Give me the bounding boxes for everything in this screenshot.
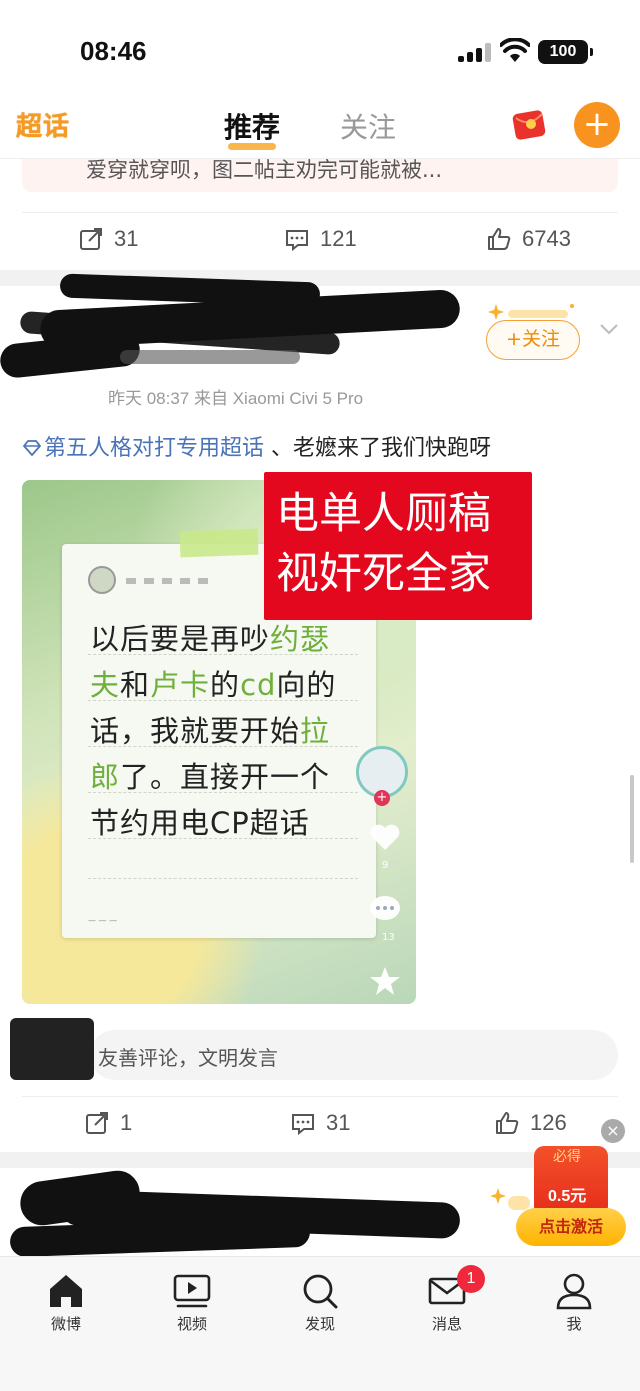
- comment-count: 121: [320, 226, 357, 251]
- repost-button[interactable]: 1: [84, 1110, 132, 1136]
- comment-icon: [292, 1114, 314, 1136]
- note-text: cd: [240, 668, 277, 702]
- post-meta: 昨天 08:37 来自 Xiaomi Civi 5 Pro: [108, 389, 364, 408]
- follow-button[interactable]: +关注: [486, 320, 580, 360]
- note-text: 约瑟: [270, 622, 331, 656]
- tape-decoration: [179, 528, 259, 558]
- like-button[interactable]: 126: [494, 1110, 567, 1136]
- tab-label: 我: [566, 1315, 582, 1333]
- tab-label: 消息: [431, 1315, 462, 1333]
- repost-button[interactable]: 31: [78, 226, 138, 252]
- nav-divider: [0, 158, 640, 159]
- diamond-icon: [22, 440, 42, 456]
- scrollbar[interactable]: [630, 775, 634, 863]
- comment-bubble-icon: [370, 896, 400, 920]
- note-text: 和: [120, 668, 151, 702]
- tab-profile[interactable]: 我: [534, 1271, 614, 1334]
- promo-label: 必得: [553, 1149, 581, 1165]
- note-avatar: [88, 566, 116, 594]
- thumbs-up-icon: [488, 228, 511, 250]
- promo-close-button[interactable]: ×: [601, 1119, 625, 1143]
- side-like-count: 9: [382, 860, 389, 871]
- heart-icon: [370, 824, 400, 850]
- create-button[interactable]: +: [574, 102, 620, 148]
- side-follow-plus-icon: +: [374, 790, 390, 806]
- post-text: 第五人格对打专用超话 、老嬷来了我们快跑呀: [22, 430, 491, 462]
- note-text: 话，我就要开始: [90, 714, 301, 748]
- bottom-tab-bar: 微博 视频 发现 消息 1 我: [0, 1256, 640, 1391]
- like-count: 6743: [522, 226, 571, 251]
- comment-placeholder: 友善评论，文明发言: [98, 1046, 278, 1070]
- status-bar: 08:46 100: [0, 0, 640, 96]
- note-text: 拉: [300, 714, 331, 748]
- previous-post-actions: 31 121 6743: [0, 212, 640, 268]
- post-actions: 1 31 126: [0, 1096, 640, 1152]
- tab-video[interactable]: 视频: [152, 1271, 232, 1334]
- promo-amount: 0.5元: [548, 1188, 587, 1205]
- home-icon: [50, 1275, 82, 1307]
- tab-label: 微博: [50, 1315, 81, 1333]
- video-icon: [173, 1274, 211, 1308]
- tab-label: 视频: [176, 1315, 207, 1333]
- comment-icon: [286, 230, 308, 252]
- chevron-down-icon[interactable]: [598, 318, 620, 340]
- tab-following[interactable]: 关注: [340, 106, 396, 146]
- note-text: 以后要是再吵: [90, 622, 271, 656]
- repost-icon: [86, 1112, 108, 1134]
- wifi-icon: [500, 38, 530, 62]
- note-text: 郎: [90, 760, 121, 794]
- note-line: 话，我就要开始拉: [90, 708, 330, 750]
- tab-recommend[interactable]: 推荐: [224, 106, 280, 150]
- red-overlay-caption: 电单人厕稿 视奸死全家: [264, 472, 532, 620]
- overlay-line-2: 视奸死全家: [276, 549, 491, 599]
- note-line: 以后要是再吵约瑟: [90, 616, 330, 658]
- note-text: 向的: [276, 668, 337, 702]
- repost-count: 1: [120, 1110, 133, 1135]
- note-line: 节约用电CP超话: [90, 800, 310, 842]
- battery-indicator: 100: [538, 40, 593, 64]
- note-username-redacted: [126, 578, 216, 584]
- tab-discover[interactable]: 发现: [280, 1271, 360, 1334]
- top-nav: 超话 推荐 关注: [0, 96, 640, 158]
- signal-icon: [458, 42, 492, 62]
- notification-badge: 1: [457, 1265, 485, 1293]
- topic-link[interactable]: 第五人格对打专用超话: [22, 436, 264, 461]
- like-count: 126: [530, 1110, 567, 1135]
- profile-icon: [556, 1273, 592, 1310]
- note-text: 夫: [90, 668, 121, 702]
- note-text: 节约用电CP超话: [90, 806, 310, 840]
- red-packet-icon[interactable]: [510, 106, 550, 142]
- star-icon: [370, 967, 400, 995]
- note-line: 郎了。直接开一个: [90, 754, 330, 796]
- topic-name: 第五人格对打专用超话: [44, 436, 265, 461]
- comment-button[interactable]: 31: [290, 1110, 350, 1136]
- note-line: 夫和卢卡的cd向的: [90, 662, 336, 704]
- note-footer: — — —: [88, 916, 118, 925]
- sparkle-decoration: [488, 304, 574, 320]
- post-body: 、老嬷来了我们快跑呀: [271, 436, 492, 461]
- note-text: 卢卡: [150, 668, 211, 702]
- repost-count: 31: [114, 226, 139, 251]
- side-comment-count: 13: [382, 932, 395, 943]
- search-icon: [303, 1274, 338, 1309]
- status-time: 08:46: [80, 36, 147, 66]
- tab-home[interactable]: 微博: [26, 1271, 106, 1334]
- note-text: 的: [210, 668, 241, 702]
- like-button[interactable]: 6743: [486, 226, 571, 252]
- tab-label: 发现: [304, 1315, 335, 1333]
- tab-messages[interactable]: 消息 1: [407, 1265, 487, 1334]
- supertopic-logo[interactable]: 超话: [16, 106, 70, 143]
- comment-count: 31: [326, 1110, 351, 1135]
- comment-button[interactable]: 121: [284, 226, 357, 252]
- note-text: 了。直接开一个: [120, 760, 331, 794]
- repost-icon: [80, 228, 102, 250]
- thumbs-up-icon: [496, 1112, 519, 1134]
- overlay-line-1: 电单人厕稿: [276, 489, 491, 539]
- activate-button[interactable]: 点击激活: [516, 1208, 626, 1246]
